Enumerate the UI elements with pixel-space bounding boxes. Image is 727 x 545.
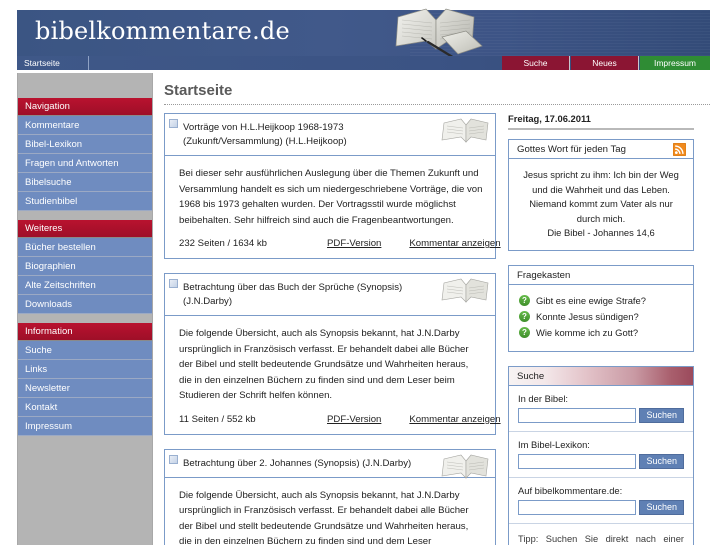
search-label-bible: In der Bibel: <box>518 392 569 404</box>
question-item[interactable]: ? Konnte Jesus sündigen? <box>519 310 683 323</box>
article-card: Betrachtung über 2. Johannes (Synopsis) … <box>164 448 496 545</box>
date-divider <box>508 128 694 130</box>
sidebar-heading-weiteres: Weiteres <box>18 220 152 238</box>
article-body: Die folgende Übersicht, auch als Synopsi… <box>179 328 469 401</box>
search-tip: Tipp: Suchen Sie direkt nach einer Bibel… <box>518 533 684 544</box>
main-content: Vorträge von H.L.Heijkoop 1968-1973 (Zuk… <box>164 113 501 545</box>
question-label[interactable]: Konnte Jesus sündigen? <box>536 310 639 323</box>
word-of-the-day-title: Gottes Wort für jeden Tag <box>517 144 626 155</box>
search-input-bible[interactable] <box>518 407 637 423</box>
article-card: Betrachtung über das Buch der Sprüche (S… <box>164 273 501 435</box>
show-comment-link[interactable]: Kommentar anzeigen <box>409 414 500 425</box>
article-title-line1[interactable]: Betrachtung über 2. Johannes (Synopsis) … <box>183 457 435 471</box>
page-title: Startseite <box>164 82 233 99</box>
word-of-the-day-box: Gottes Wort für jeden Tag Jesus spricht … <box>508 139 694 251</box>
question-box-heading: Fragekasten <box>509 265 693 285</box>
question-mark-icon: ? <box>519 326 530 338</box>
sidebar-item-biographien[interactable]: Biographien <box>18 257 152 276</box>
sidebar-item-links[interactable]: Links <box>18 360 152 379</box>
search-button-lexikon[interactable]: Suchen <box>639 453 684 469</box>
verse-text: Jesus spricht zu ihm: Ich bin der Weg un… <box>523 169 679 224</box>
top-navigation-bar: Startseite Suche Neues Impressum <box>17 56 710 70</box>
search-label-lexikon: Im Bibel-Lexikon: <box>518 438 590 450</box>
article-card: Vorträge von H.L.Heijkoop 1968-1973 (Zuk… <box>164 113 501 259</box>
search-button-site[interactable]: Suchen <box>639 499 684 515</box>
search-box-title: Suche <box>517 370 545 382</box>
search-button-bible[interactable]: Suchen <box>639 407 684 423</box>
pdf-version-link[interactable]: PDF-Version <box>327 238 381 249</box>
page-corner-icon <box>169 279 178 288</box>
sidebar-item-bibelsuche[interactable]: Bibelsuche <box>18 173 152 192</box>
question-item[interactable]: ? Gibt es eine ewige Strafe? <box>519 294 683 307</box>
sidebar-item-impressum[interactable]: Impressum <box>18 417 152 436</box>
pdf-version-link[interactable]: PDF-Version <box>327 414 381 425</box>
search-row-site: Auf bibelkommentare.de: Suchen <box>509 478 693 524</box>
article-footer: 232 Seiten / 1634 kb PDF-Version Komment… <box>165 236 501 258</box>
left-sidebar: Navigation Kommentare Bibel-Lexikon Frag… <box>17 73 153 545</box>
verse-reference: Die Bibel - Johannes 14,6 <box>547 227 655 238</box>
sidebar-heading-information: Information <box>18 323 152 341</box>
article-size: 232 Seiten / 1634 kb <box>179 238 268 249</box>
sidebar-gap <box>18 314 152 323</box>
sidebar-item-downloads[interactable]: Downloads <box>18 295 152 314</box>
search-row-bible: In der Bibel: Suchen <box>509 386 693 432</box>
page-root: bibelkommentare.de Startseite Suche Neue… <box>0 0 727 545</box>
sidebar-heading-navigation: Navigation <box>18 98 152 116</box>
article-body: Die folgende Übersicht, auch als Synopsi… <box>179 489 469 545</box>
sidebar-item-studienbibel[interactable]: Studienbibel <box>18 192 152 211</box>
topnav-impressum[interactable]: Impressum <box>640 56 710 70</box>
sidebar-item-newsletter[interactable]: Newsletter <box>18 379 152 398</box>
article-header: Betrachtung über 2. Johannes (Synopsis) … <box>165 449 495 479</box>
open-book-icon <box>441 118 489 143</box>
open-book-icon <box>441 278 489 303</box>
article-body: Bei dieser sehr ausführlichen Auslegung … <box>179 168 483 226</box>
word-of-the-day-body: Jesus spricht zu ihm: Ich bin der Weg un… <box>509 159 693 250</box>
page-corner-icon <box>169 119 178 128</box>
question-mark-icon: ? <box>519 294 530 306</box>
question-mark-icon: ? <box>519 310 530 322</box>
sidebar-gap <box>18 211 152 220</box>
question-label[interactable]: Wie komme ich zu Gott? <box>536 326 638 339</box>
search-row-lexikon: Im Bibel-Lexikon: Suchen <box>509 432 693 478</box>
sidebar-item-buecher-bestellen[interactable]: Bücher bestellen <box>18 238 152 257</box>
sidebar-item-fragen-und-antworten[interactable]: Fragen und Antworten <box>18 154 152 173</box>
search-box: Suche In der Bibel: Suchen Im Bibel-Lexi… <box>508 365 694 545</box>
article-size: 11 Seiten / 552 kb <box>179 413 256 425</box>
sidebar-item-suche[interactable]: Suche <box>18 341 152 360</box>
page-corner-icon <box>169 454 178 464</box>
sidebar-item-kontakt[interactable]: Kontakt <box>18 398 152 417</box>
show-comment-link[interactable]: Kommentar anzeigen <box>409 238 500 249</box>
rss-icon[interactable] <box>673 143 686 156</box>
word-of-the-day-heading: Gottes Wort für jeden Tag <box>509 140 693 159</box>
article-footer: 11 Seiten / 552 kb PDF-Version Kommentar… <box>165 412 501 434</box>
site-header: bibelkommentare.de <box>17 10 710 59</box>
header-texture <box>410 10 710 59</box>
right-sidebar: Freitag, 17.06.2011 Gottes Wort für jede… <box>508 113 694 545</box>
question-label[interactable]: Gibt es eine ewige Strafe? <box>536 294 646 307</box>
article-title-line2[interactable]: (Zukunft/Versammlung) (H.L.Heijkoop) <box>183 135 435 149</box>
search-box-heading: Suche <box>509 366 693 386</box>
article-header: Vorträge von H.L.Heijkoop 1968-1973 (Zuk… <box>165 114 495 156</box>
current-date: Freitag, 17.06.2011 <box>508 113 591 124</box>
topnav-neues[interactable]: Neues <box>571 56 639 70</box>
search-input-site[interactable] <box>518 499 637 515</box>
sidebar-item-bibel-lexikon[interactable]: Bibel-Lexikon <box>18 135 152 154</box>
question-item[interactable]: ? Wie komme ich zu Gott? <box>519 326 683 339</box>
sidebar-item-alte-zeitschriften[interactable]: Alte Zeitschriften <box>18 276 152 295</box>
article-title-line1[interactable]: Vorträge von H.L.Heijkoop 1968-1973 <box>183 121 435 135</box>
open-book-icon <box>441 454 489 479</box>
article-title-line2[interactable]: (J.N.Darby) <box>183 295 435 309</box>
search-label-site: Auf bibelkommentare.de: <box>518 484 623 496</box>
question-box: Fragekasten ? Gibt es eine ewige Strafe?… <box>508 264 694 352</box>
topnav-startseite[interactable]: Startseite <box>17 56 89 70</box>
search-input-lexikon[interactable] <box>518 453 637 469</box>
title-divider <box>164 104 710 105</box>
article-title-line1[interactable]: Betrachtung über das Buch der Sprüche (S… <box>183 281 435 295</box>
topnav-suche[interactable]: Suche <box>502 56 570 70</box>
sidebar-item-kommentare[interactable]: Kommentare <box>18 116 152 135</box>
question-box-body: ? Gibt es eine ewige Strafe? ? Konnte Je… <box>509 285 693 351</box>
article-header: Betrachtung über das Buch der Sprüche (S… <box>165 274 495 316</box>
site-title: bibelkommentare.de <box>35 17 290 45</box>
